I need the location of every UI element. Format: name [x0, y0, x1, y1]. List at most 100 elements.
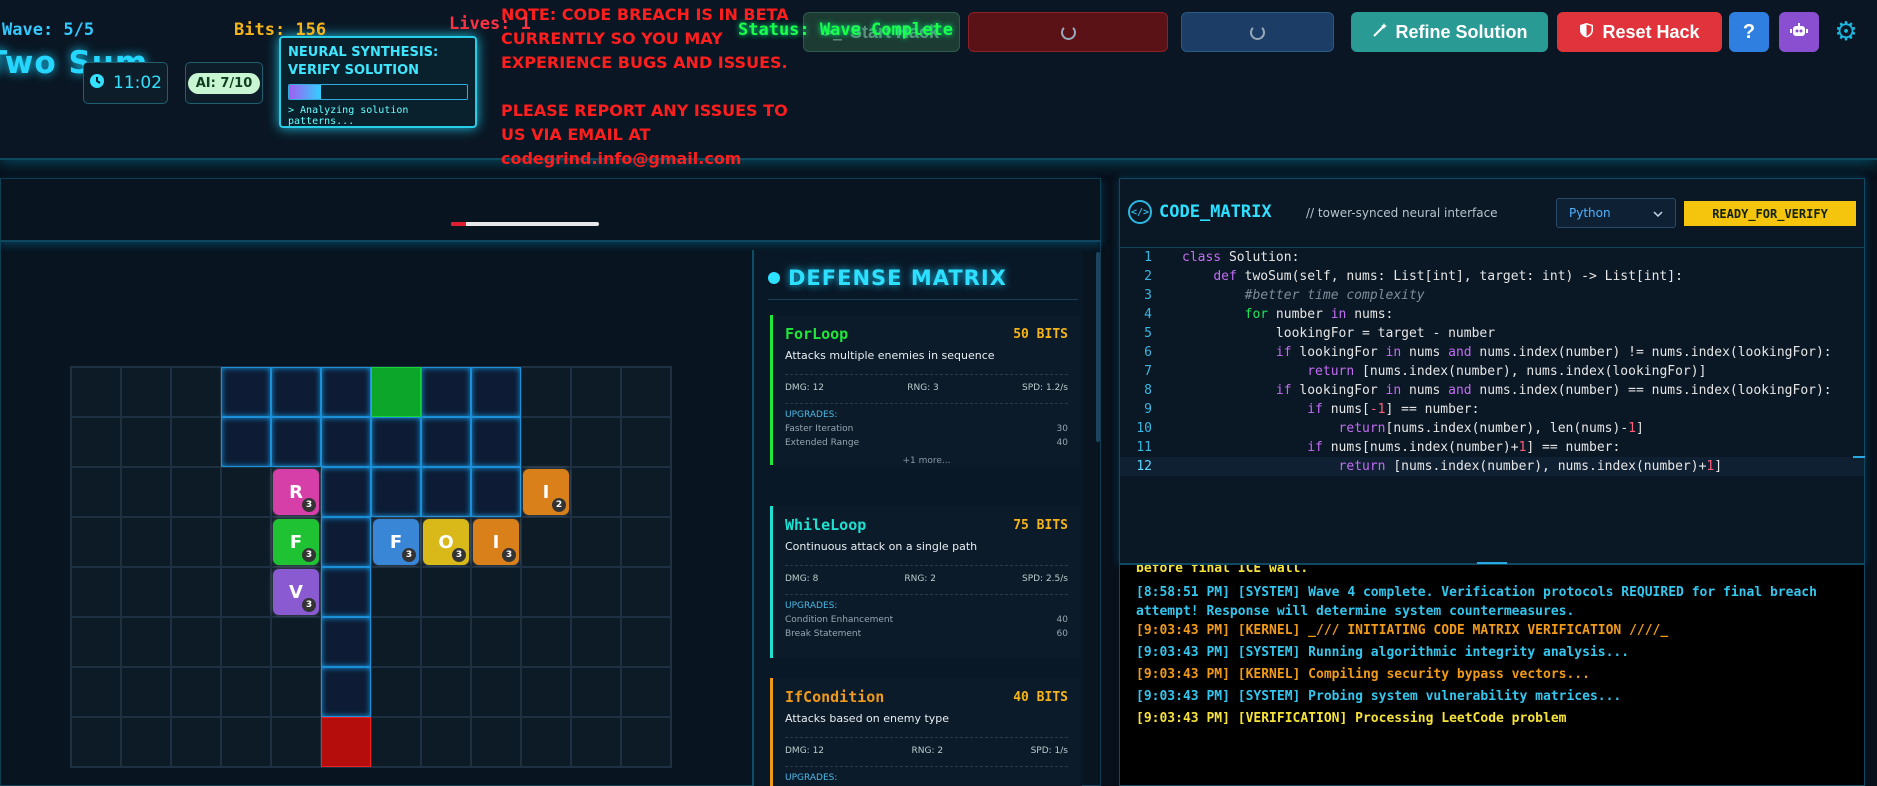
grid-cell[interactable] [221, 567, 271, 617]
code-line[interactable]: 11 if nums[nums.index(number)+1] == numb… [1120, 438, 1864, 457]
grid-cell[interactable] [121, 417, 171, 467]
code-line[interactable]: 10 return[nums.index(number), len(nums)-… [1120, 419, 1864, 438]
grid-cell[interactable] [171, 617, 221, 667]
grid-cell[interactable] [521, 667, 571, 717]
grid-cell[interactable] [421, 717, 471, 767]
upgrade-row[interactable]: Faster Iteration 30 [785, 424, 1068, 434]
grid-cell[interactable] [621, 617, 671, 667]
refine-solution-button[interactable]: Refine Solution [1351, 12, 1548, 52]
upgrade-row[interactable]: Extended Range 40 [785, 438, 1068, 448]
more-upgrades-link[interactable]: +1 more... [785, 456, 1068, 466]
code-line[interactable]: 1 class Solution: [1120, 248, 1864, 267]
grid-cell[interactable] [371, 467, 421, 517]
grid-cell[interactable] [221, 617, 271, 667]
grid-cell[interactable] [121, 617, 171, 667]
grid-cell[interactable] [571, 467, 621, 517]
grid-cell[interactable] [321, 617, 371, 667]
grid-cell[interactable] [171, 417, 221, 467]
grid-cell[interactable] [521, 717, 571, 767]
spawn-cell[interactable] [371, 367, 421, 417]
grid-cell[interactable] [471, 617, 521, 667]
grid-cell[interactable] [221, 517, 271, 567]
grid-cell[interactable] [321, 367, 371, 417]
gear-icon[interactable]: ⚙ [1832, 17, 1860, 47]
grid-cell[interactable] [121, 467, 171, 517]
grid-cell[interactable] [171, 467, 221, 517]
grid-cell[interactable] [571, 567, 621, 617]
code-line[interactable]: 5 lookingFor = target - number [1120, 324, 1864, 343]
grid-cell[interactable] [321, 517, 371, 567]
grid-cell[interactable] [571, 617, 621, 667]
grid-cell[interactable] [121, 517, 171, 567]
tower[interactable]: I2 [523, 469, 569, 515]
grid-cell[interactable] [221, 367, 271, 417]
grid-cell[interactable] [471, 667, 521, 717]
code-line[interactable]: 9 if nums[-1] == number: [1120, 400, 1864, 419]
grid-cell[interactable] [271, 367, 321, 417]
grid-cell[interactable] [571, 717, 621, 767]
grid-cell[interactable] [171, 717, 221, 767]
upgrade-row[interactable]: Condition Enhancement 40 [785, 615, 1068, 625]
grid-cell[interactable]: R3 [271, 467, 321, 517]
loading-button-blue[interactable] [1181, 12, 1334, 52]
grid-cell[interactable] [321, 467, 371, 517]
grid-cell[interactable] [71, 367, 121, 417]
code-line[interactable]: 3 #better time complexity [1120, 286, 1864, 305]
ai-assistant-button[interactable] [1779, 12, 1819, 52]
grid-cell[interactable] [621, 517, 671, 567]
loading-button-red[interactable] [968, 12, 1168, 52]
grid-cell[interactable] [471, 367, 521, 417]
tower[interactable]: F3 [373, 519, 419, 565]
grid-cell[interactable] [71, 667, 121, 717]
grid-cell[interactable] [621, 467, 671, 517]
grid-cell[interactable] [421, 417, 471, 467]
grid-cell[interactable] [621, 717, 671, 767]
reset-hack-button[interactable]: Reset Hack [1557, 12, 1722, 52]
grid-cell[interactable] [71, 517, 121, 567]
grid-cell[interactable]: I3 [471, 517, 521, 567]
grid-cell[interactable]: O3 [421, 517, 471, 567]
tower[interactable]: I3 [473, 519, 519, 565]
defense-scrollbar[interactable] [1096, 252, 1100, 442]
grid-cell[interactable] [271, 717, 321, 767]
tower[interactable]: V3 [273, 569, 319, 615]
tower-card-ifcondition[interactable]: IfCondition 40 BITS Attacks based on enem… [770, 678, 1080, 786]
tower[interactable]: O3 [423, 519, 469, 565]
grid-cell[interactable] [321, 667, 371, 717]
grid-cell[interactable]: F3 [371, 517, 421, 567]
grid-cell[interactable] [621, 567, 671, 617]
grid-cell[interactable] [71, 617, 121, 667]
grid-cell[interactable] [271, 667, 321, 717]
tower-card-forloop[interactable]: ForLoop 50 BITS Attacks multiple enemies … [770, 315, 1080, 466]
code-line[interactable]: 12 return [nums.index(number), nums.inde… [1120, 457, 1864, 476]
grid-cell[interactable] [471, 417, 521, 467]
grid-cell[interactable]: V3 [271, 567, 321, 617]
grid-cell[interactable] [171, 667, 221, 717]
grid-cell[interactable] [221, 417, 271, 467]
grid-cell[interactable] [621, 667, 671, 717]
grid-cell[interactable] [321, 567, 371, 617]
grid-cell[interactable] [121, 567, 171, 617]
grid-cell[interactable] [221, 667, 271, 717]
grid-cell[interactable] [571, 517, 621, 567]
grid-cell[interactable] [71, 417, 121, 467]
grid-cell[interactable] [421, 367, 471, 417]
grid-cell[interactable] [271, 417, 321, 467]
grid-cell[interactable] [571, 417, 621, 467]
grid-cell[interactable] [621, 367, 671, 417]
grid-cell[interactable] [371, 567, 421, 617]
grid-cell[interactable] [121, 717, 171, 767]
code-line[interactable]: 2 def twoSum(self, nums: List[int], targ… [1120, 267, 1864, 286]
grid-cell[interactable]: I2 [521, 467, 571, 517]
language-select[interactable]: Python [1556, 198, 1676, 228]
grid-cell[interactable] [71, 467, 121, 517]
grid-cell[interactable] [421, 667, 471, 717]
grid-cell[interactable] [71, 717, 121, 767]
tower[interactable]: R3 [273, 469, 319, 515]
grid-cell[interactable] [471, 567, 521, 617]
grid-cell[interactable] [321, 417, 371, 467]
grid-cell[interactable] [471, 717, 521, 767]
grid-cell[interactable] [171, 367, 221, 417]
tower-grid[interactable]: R3I2F3F3O3I3V3 [70, 366, 672, 768]
grid-cell[interactable] [421, 467, 471, 517]
